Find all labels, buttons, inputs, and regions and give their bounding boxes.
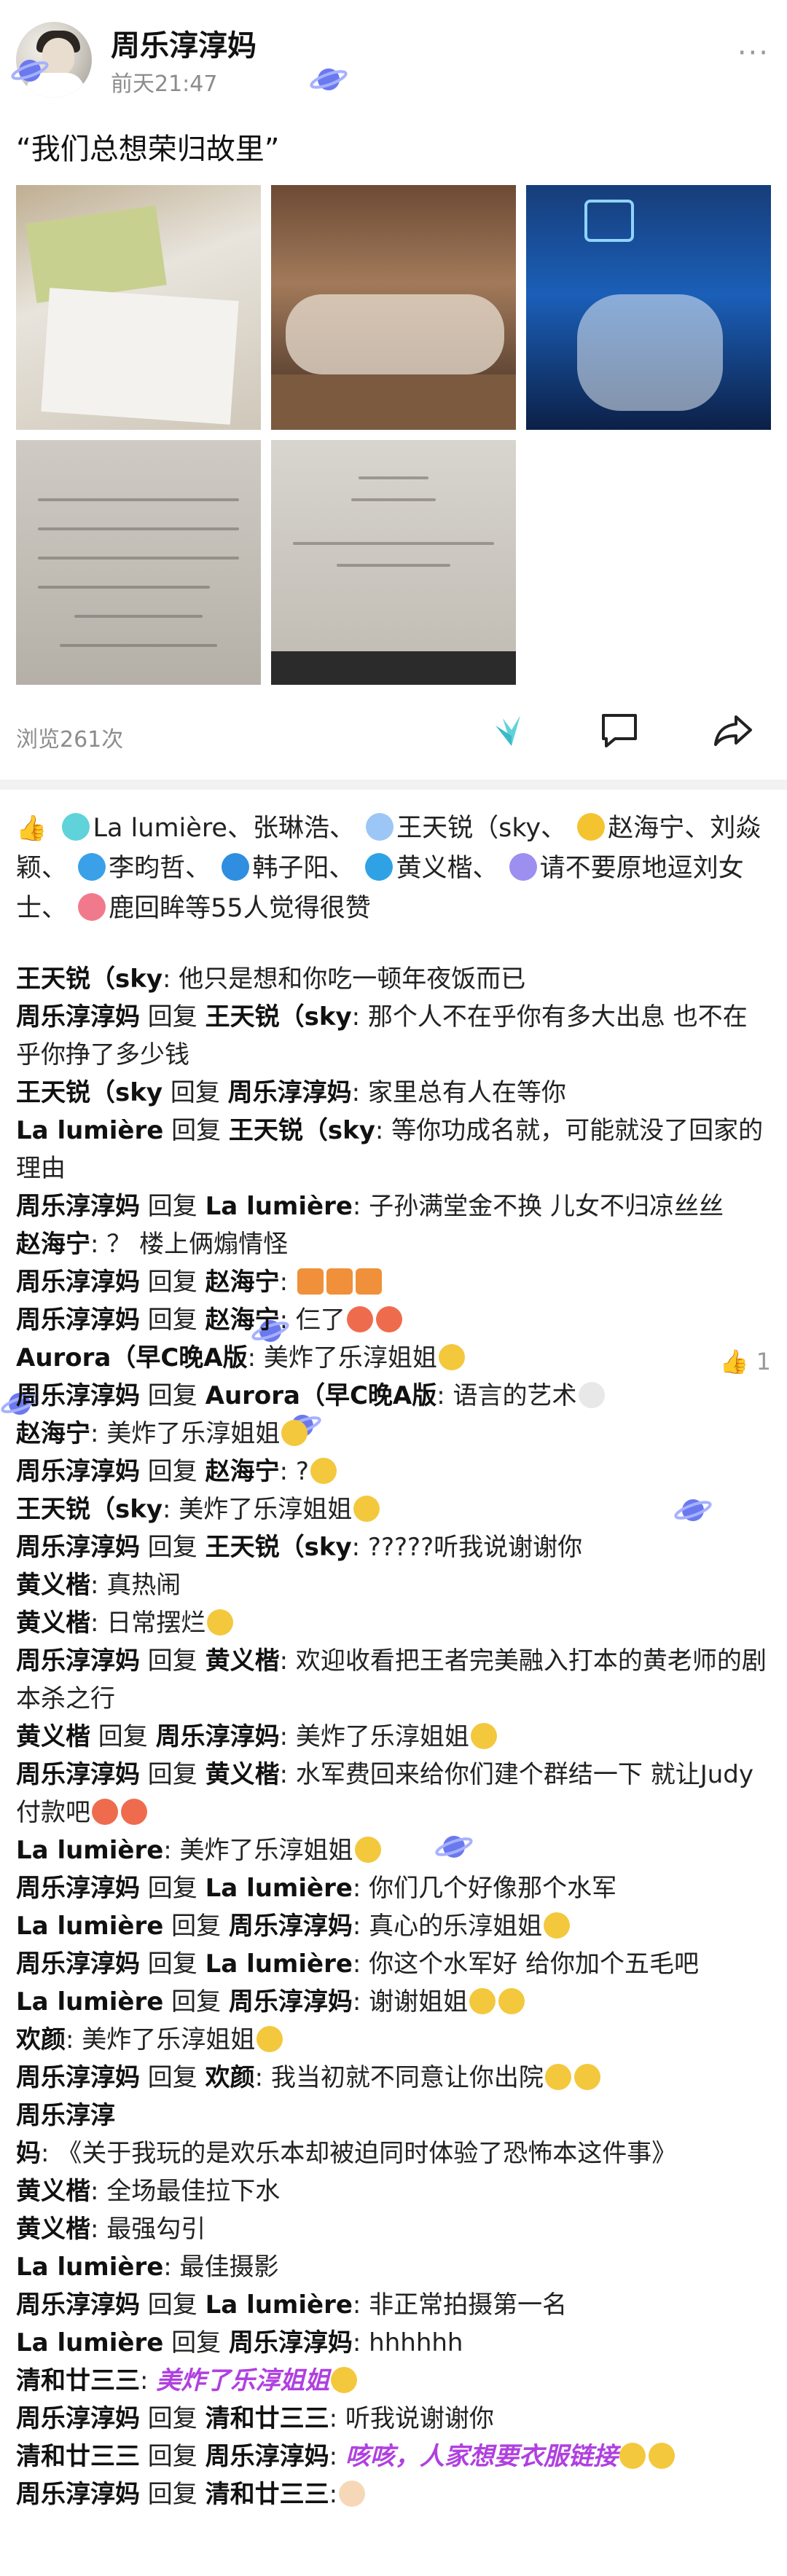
comment-item[interactable]: 周乐淳淳妈 回复 欢颜: 我当初就不同意让你出院 <box>16 2059 771 2097</box>
emoji-icon <box>544 1912 571 1939</box>
likes-text[interactable]: 鹿回眸等55人觉得很赞 <box>109 894 371 923</box>
comment-item[interactable]: 周乐淳淳妈 回复 La lumière: 非正常拍摄第一名 <box>16 2286 771 2324</box>
emoji-icon <box>326 1268 353 1295</box>
comment-item[interactable]: 周乐淳淳妈 回复 La lumière: 你这个水军好 给你加个五毛吧 <box>16 1945 771 1983</box>
photo-thumbnail[interactable] <box>526 185 771 430</box>
comment-item[interactable]: 黄义楷 回复 周乐淳淳妈: 美炸了乐淳姐姐 <box>16 1718 771 1756</box>
comment-item[interactable]: 周乐淳淳妈 回复 王天锐（sky: 那个人不在乎你有多大出息 也不在乎你挣了多少… <box>16 998 771 1074</box>
comment-like-count[interactable]: 👍 1 <box>720 1348 771 1375</box>
emoji-icon <box>121 1799 147 1825</box>
likes-text[interactable]: 韩子阳、 <box>252 854 354 883</box>
emoji-icon <box>297 1268 324 1295</box>
user-badge-icon <box>78 853 106 881</box>
comment-item[interactable]: 周乐淳淳妈 回复 黄义楷: 欢迎收看把王者完美融入打本的黄老师的剧本杀之行 <box>16 1642 771 1718</box>
comment-item[interactable]: 清和廿三三: 美炸了乐淳姐姐 <box>16 2362 771 2400</box>
comment-item[interactable]: La lumière 回复 周乐淳淳妈: hhhhhh <box>16 2324 771 2362</box>
section-divider <box>0 780 787 790</box>
emoji-icon <box>354 1837 381 1863</box>
emoji-icon <box>544 2064 571 2090</box>
comment-item[interactable]: 周乐淳淳妈 回复 La lumière: 你们几个好像那个水军 <box>16 1869 771 1907</box>
user-badge-icon <box>366 813 394 841</box>
user-badge-icon <box>365 853 394 881</box>
user-badge-icon <box>577 813 606 841</box>
comment-item[interactable]: La lumière 回复 王天锐（sky: 等你功成名就，可能就没了回家的理由 <box>16 1112 771 1187</box>
comment-item[interactable]: 王天锐（sky: 美炸了乐淳姐姐 <box>16 1491 771 1528</box>
likes-list: 👍 La lumière、张琳浩、 王天锐（sky、 赵海宁、刘焱颖、 李昀哲、… <box>16 809 771 929</box>
emoji-icon <box>470 1723 497 1749</box>
share-icon[interactable] <box>711 708 755 752</box>
comment-item[interactable]: 周乐淳淳妈 回复 赵海宁: <box>16 1263 771 1301</box>
comment-item[interactable]: La lumière 回复 周乐淳淳妈: 真心的乐淳姐姐 <box>16 1907 771 1945</box>
photo-grid <box>16 185 771 688</box>
post-text: “我们总想荣归故里” <box>16 133 280 166</box>
photo-thumbnail[interactable] <box>16 440 261 685</box>
user-badge-icon <box>62 813 90 841</box>
user-badge-icon <box>509 853 537 881</box>
likes-text[interactable]: 王天锐（sky、 <box>396 814 566 843</box>
comment-item[interactable]: 周乐淳淳妈 回复 王天锐（sky: ?????听我说谢谢你 <box>16 1528 771 1566</box>
likes-text[interactable]: 李昀哲、 <box>109 854 211 883</box>
post-header: 周乐淳淳妈 前天21:47 ··· <box>0 0 787 109</box>
emoji-icon <box>573 2064 600 2090</box>
comment-item[interactable]: 周乐淳淳妈: 《关于我玩的是欢乐本却被迫同时体验了恐怖本这件事》 <box>16 2097 771 2172</box>
likes-text[interactable]: La lumière、张琳浩、 <box>93 814 355 843</box>
comment-item[interactable]: 周乐淳淳妈 回复 清和廿三三: 听我说谢谢你 <box>16 2400 771 2438</box>
comment-item[interactable]: 周乐淳淳妈 回复 黄义楷: 水军费回来给你们建个群结一下 就让Judy付款吧 <box>16 1756 771 1831</box>
comment-item[interactable]: 黄义楷: 真热闹 <box>16 1566 771 1604</box>
comment-item[interactable]: 黄义楷: 最强勾引 <box>16 2210 771 2248</box>
like-wing-icon[interactable] <box>490 708 533 752</box>
emoji-icon <box>331 2367 358 2393</box>
username[interactable]: 周乐淳淳妈 <box>111 22 257 64</box>
comment-icon[interactable] <box>598 708 641 752</box>
photo-thumbnail[interactable] <box>271 440 516 685</box>
likes-text[interactable]: 黄义楷、 <box>396 854 498 883</box>
emoji-icon <box>310 1458 337 1484</box>
comment-item[interactable]: 清和廿三三 回复 周乐淳淳妈: 咳咳，人家想要衣服链接 <box>16 2438 771 2475</box>
view-count: 浏览261次 <box>16 727 124 753</box>
thumbs-up-icon: 👍 <box>719 1348 749 1375</box>
emoji-icon <box>438 1344 465 1370</box>
emoji-icon <box>469 1988 496 2014</box>
comment-item[interactable]: 赵海宁: ？ 楼上俩煽情怪 <box>16 1225 771 1263</box>
emoji-icon <box>257 2026 283 2052</box>
emoji-icon <box>498 1988 525 2014</box>
emoji-icon <box>92 1799 118 1825</box>
emoji-icon <box>619 2443 646 2469</box>
user-badge-icon <box>222 853 250 881</box>
comment-item[interactable]: 欢颜: 美炸了乐淳姐姐 <box>16 2021 771 2059</box>
emoji-icon <box>355 1268 382 1295</box>
comment-item[interactable]: 黄义楷: 全场最佳拉下水 <box>16 2172 771 2210</box>
comment-item[interactable]: 王天锐（sky: 他只是想和你吃一顿年夜饭而已 <box>16 960 771 998</box>
planet-sticker-icon <box>310 68 348 90</box>
comment-item[interactable]: La lumière: 最佳摄影 <box>16 2248 771 2286</box>
planet-sticker-icon <box>11 60 49 82</box>
comment-item[interactable]: 周乐淳淳妈 回复 La lumière: 子孙满堂金不换 儿女不归凉丝丝 <box>16 1187 771 1225</box>
comment-item[interactable]: 周乐淳淳妈 回复 Aurora（早C晚A版: 语言的艺术 <box>16 1377 771 1415</box>
comment-item[interactable]: 赵海宁: 美炸了乐淳姐姐 <box>16 1415 771 1453</box>
comment-item[interactable]: 黄义楷: 日常摆烂 <box>16 1604 771 1642</box>
comment-item[interactable]: 王天锐（sky 回复 周乐淳淳妈: 家里总有人在等你 <box>16 1074 771 1112</box>
comment-item[interactable]: 周乐淳淳妈 回复 清和廿三三: <box>16 2475 771 2513</box>
emoji-icon <box>648 2443 675 2469</box>
comment-item[interactable]: 周乐淳淳妈 回复 赵海宁: 仨了 <box>16 1301 771 1339</box>
emoji-icon <box>281 1420 308 1446</box>
photo-thumbnail[interactable] <box>16 185 261 430</box>
heart-badge-icon <box>78 893 106 921</box>
emoji-icon <box>339 2481 366 2507</box>
comment-list: 王天锐（sky: 他只是想和你吃一顿年夜饭而已 周乐淳淳妈 回复 王天锐（sky… <box>16 960 771 2513</box>
emoji-icon <box>346 1306 373 1332</box>
emoji-icon <box>207 1609 234 1635</box>
photo-thumbnail[interactable] <box>271 185 516 430</box>
comment-item[interactable]: La lumière: 美炸了乐淳姐姐 <box>16 1831 771 1869</box>
comment-item[interactable]: 周乐淳淳妈 回复 赵海宁: ? <box>16 1453 771 1491</box>
emoji-icon <box>578 1382 605 1408</box>
comment-item[interactable]: Aurora（早C晚A版: 美炸了乐淳姐姐 <box>16 1339 771 1377</box>
comment-item[interactable]: La lumière 回复 周乐淳淳妈: 谢谢姐姐 <box>16 1983 771 2021</box>
thumbs-up-icon: 👍 <box>16 814 47 843</box>
emoji-icon <box>353 1496 380 1522</box>
post-time: 前天21:47 <box>111 71 218 97</box>
more-dots-icon[interactable]: ··· <box>737 36 770 70</box>
emoji-icon <box>375 1306 402 1332</box>
